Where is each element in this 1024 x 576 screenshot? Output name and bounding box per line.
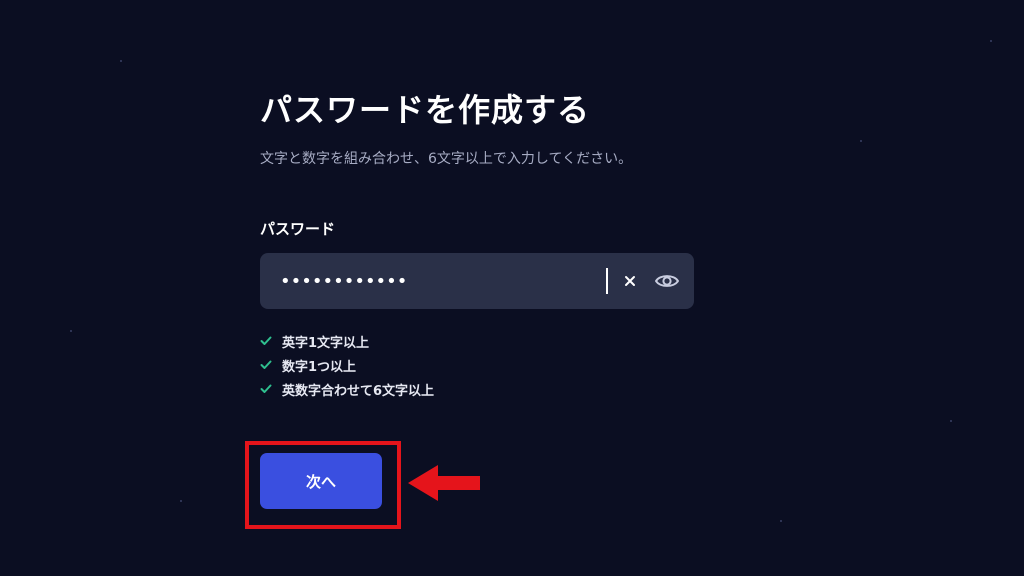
background-star	[990, 40, 992, 42]
text-caret	[606, 268, 608, 294]
page-subtitle: 文字と数字を組み合わせ、6文字以上で入力してください。	[260, 151, 633, 167]
password-rule-label: 数字1つ以上	[282, 359, 357, 375]
background-star	[180, 500, 182, 502]
page-title: パスワードを作成する	[260, 91, 591, 129]
close-icon[interactable]	[620, 271, 640, 291]
arrow-left-icon	[408, 465, 480, 501]
background-star	[70, 330, 72, 332]
create-password-form: パスワードを作成する 文字と数字を組み合わせ、6文字以上で入力してください。 パ…	[260, 86, 700, 401]
check-icon	[260, 359, 272, 371]
background-star	[780, 520, 782, 522]
password-label: パスワード	[260, 220, 336, 238]
password-rule: 数字1つ以上	[260, 353, 700, 377]
password-rule-label: 英数字合わせて6文字以上	[282, 383, 435, 399]
password-rule: 英字1文字以上	[260, 329, 700, 353]
background-star	[950, 420, 952, 422]
password-rule-label: 英字1文字以上	[282, 335, 370, 351]
eye-icon[interactable]	[654, 268, 680, 294]
password-rule: 英数字合わせて6文字以上	[260, 377, 700, 401]
password-rules-list: 英字1文字以上 数字1つ以上 英数字合わせて6文字以上	[260, 329, 700, 401]
password-input-box	[260, 252, 694, 310]
password-input[interactable]	[260, 252, 620, 310]
check-icon	[260, 383, 272, 395]
next-button[interactable]: 次へ	[260, 453, 382, 509]
background-star	[860, 140, 862, 142]
background-star	[120, 60, 122, 62]
check-icon	[260, 335, 272, 347]
